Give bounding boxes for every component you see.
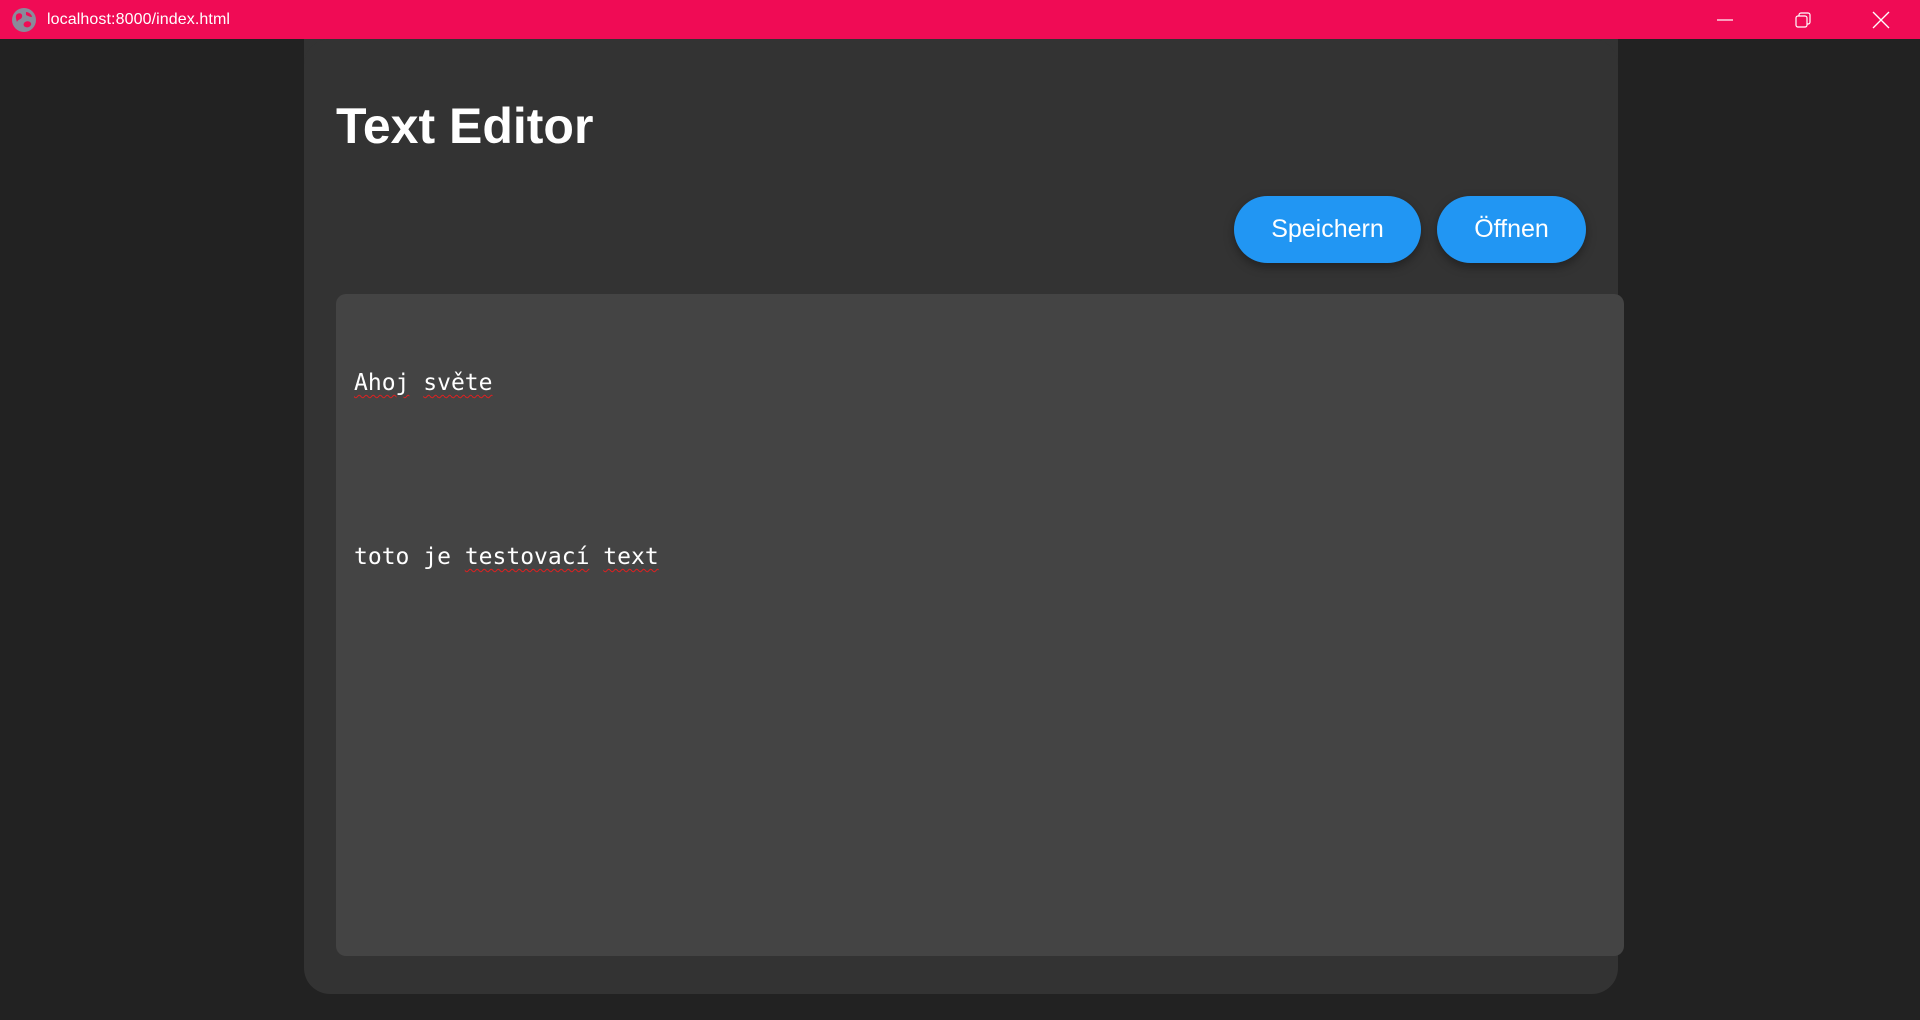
restore-button[interactable] bbox=[1764, 0, 1842, 39]
toolbar: Speichern Öffnen bbox=[1234, 196, 1586, 263]
close-icon bbox=[1872, 11, 1890, 28]
page-title: Text Editor bbox=[336, 98, 594, 154]
minimize-icon bbox=[1717, 18, 1733, 21]
window-controls bbox=[1686, 0, 1920, 39]
close-button[interactable] bbox=[1842, 0, 1920, 39]
editor-line: toto je testovací text bbox=[354, 543, 1606, 572]
minimize-button[interactable] bbox=[1686, 0, 1764, 39]
editor-word: Ahoj bbox=[354, 370, 410, 396]
editor-word: toto bbox=[354, 544, 410, 570]
editor-word: testovací bbox=[464, 544, 590, 570]
editor-card: Text Editor Speichern Öffnen Ahoj světe … bbox=[304, 39, 1624, 994]
save-button[interactable]: Speichern bbox=[1234, 196, 1421, 263]
editor-word: text bbox=[603, 544, 659, 570]
editor-line-empty bbox=[354, 456, 1606, 485]
editor-word: je bbox=[423, 544, 451, 570]
restore-icon bbox=[1795, 11, 1811, 28]
globe-icon bbox=[11, 7, 37, 33]
window-url: localhost:8000/index.html bbox=[47, 10, 231, 28]
text-editor-area[interactable]: Ahoj světe toto je testovací text bbox=[336, 294, 1624, 956]
editor-word: světe bbox=[423, 370, 493, 396]
window-titlebar: localhost:8000/index.html bbox=[0, 0, 1920, 39]
open-button[interactable]: Öffnen bbox=[1437, 196, 1586, 263]
editor-line: Ahoj světe bbox=[354, 369, 1606, 398]
